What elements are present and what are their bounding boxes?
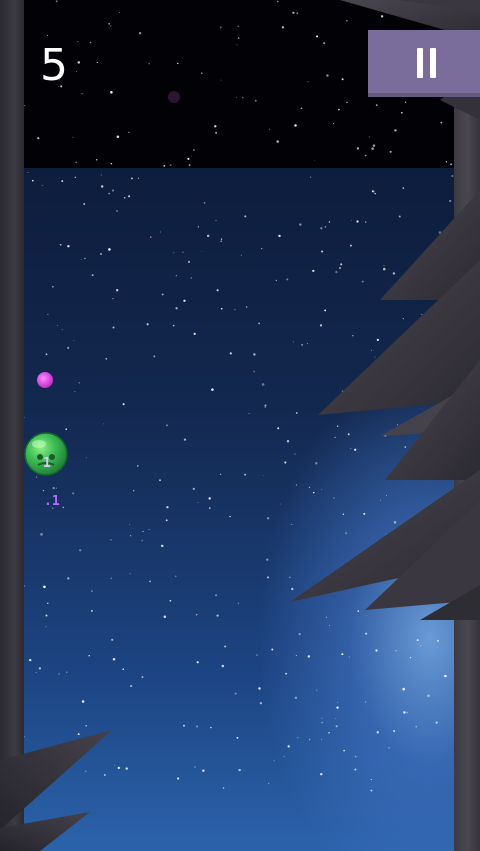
player-trail-label-bottom: .1: [44, 494, 60, 509]
pause-bar-right: [430, 48, 436, 78]
spike-left-1: [0, 730, 112, 830]
spike-group: [0, 0, 480, 851]
player-trail-label-top: 1: [43, 456, 51, 471]
pause-bar-left: [417, 48, 423, 78]
score-counter: 5: [40, 40, 68, 91]
pause-button[interactable]: [368, 30, 480, 97]
pink-orb-pickup: [37, 372, 53, 388]
game-canvas[interactable]: 1 .1 5: [0, 0, 480, 851]
dark-orb: [168, 91, 180, 103]
pause-icon: [417, 48, 437, 78]
